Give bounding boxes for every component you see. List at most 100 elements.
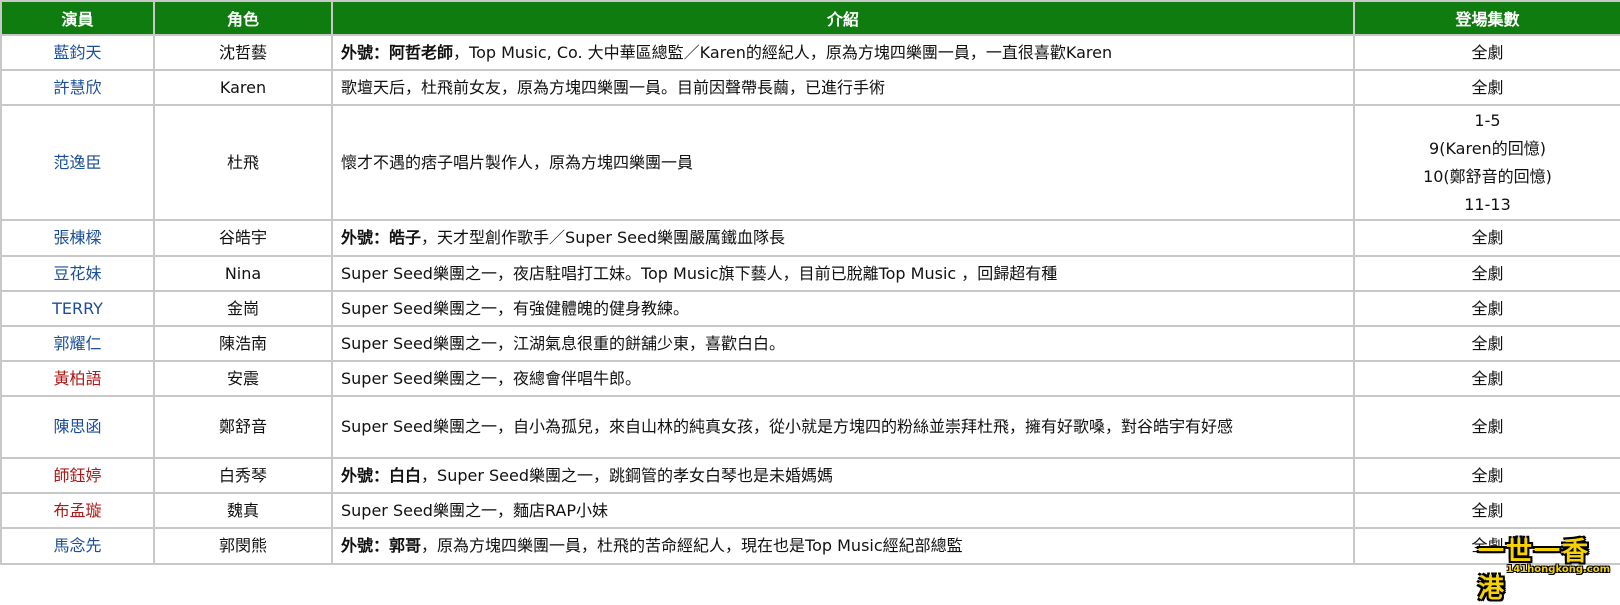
actor-link[interactable]: 黃柏語 xyxy=(53,369,101,388)
role-cell: 郭閔熊 xyxy=(153,527,333,565)
nick-label: 外號： xyxy=(341,465,390,485)
intro-cell: 外號：阿哲老師，Top Music, Co. 大中華區總監／Karen的經紀人，… xyxy=(331,34,1355,71)
table-row: 黃柏語 安震 Super Seed樂團之一，夜總會伴唱牛郎。 全劇 xyxy=(0,360,1620,397)
role-cell: 鄭舒音 xyxy=(153,395,333,459)
intro-text: ，Top Music, Co. 大中華區總監／Karen的經紀人，原為方塊四樂團… xyxy=(453,42,1113,62)
table-row: 郭耀仁 陳浩南 Super Seed樂團之一，江湖氣息很重的餅舖少東，喜歡白白。… xyxy=(0,325,1620,362)
episodes-cell: 1-5 9(Karen的回憶) 10(鄭舒音的回憶) 11-13 xyxy=(1353,104,1620,221)
actor-link[interactable]: 范逸臣 xyxy=(53,153,101,172)
actor-cell: 張棟樑 xyxy=(0,219,155,257)
actor-cell: TERRY xyxy=(0,290,155,327)
episodes-cell: 全劇 xyxy=(1353,219,1620,257)
intro-cell: Super Seed樂團之一，有強健體魄的健身教練。 xyxy=(331,290,1355,327)
table-row: 陳思函 鄭舒音 Super Seed樂團之一，自小為孤兒，來自山林的純真女孩，從… xyxy=(0,395,1620,459)
episode-line: 全劇 xyxy=(1471,42,1504,62)
episode-line: 全劇 xyxy=(1471,417,1504,436)
table-row: TERRY 金崗 Super Seed樂團之一，有強健體魄的健身教練。 全劇 xyxy=(0,290,1620,327)
table-row: 許慧欣 Karen 歌壇天后，杜飛前女友，原為方塊四樂團一員。目前因聲帶長繭，已… xyxy=(0,69,1620,106)
table-row: 豆花妹 Nina Super Seed樂團之一，夜店駐唱打工妹。Top Musi… xyxy=(0,255,1620,292)
nick-label: 外號： xyxy=(341,536,390,555)
actor-cell: 豆花妹 xyxy=(0,255,155,292)
episodes-cell: 全劇 xyxy=(1353,325,1620,362)
cast-table: 演員 角色 介紹 登場集數 藍鈞天 沈哲藝 外號：阿哲老師，Top Music,… xyxy=(0,0,1620,565)
role-cell: 安震 xyxy=(153,360,333,397)
intro-cell: 外號：郭哥，原為方塊四樂團一員，杜飛的苦命經紀人，現在也是Top Music經紀… xyxy=(331,527,1355,565)
table-header: 演員 角色 介紹 登場集數 xyxy=(0,0,1620,36)
actor-cell: 藍鈞天 xyxy=(0,34,155,71)
episodes-cell: 全劇 xyxy=(1353,492,1620,529)
role-cell: 魏真 xyxy=(153,492,333,529)
intro-text: Super Seed樂團之一，麵店RAP小妹 xyxy=(341,500,609,520)
episode-line: 全劇 xyxy=(1471,465,1504,485)
header-intro: 介紹 xyxy=(331,0,1355,36)
table-row: 馬念先 郭閔熊 外號：郭哥，原為方塊四樂團一員，杜飛的苦命經紀人，現在也是Top… xyxy=(0,527,1620,565)
actor-link[interactable]: 布孟璇 xyxy=(53,501,101,520)
intro-cell: 外號：皓子，天才型創作歌手／Super Seed樂團嚴厲鐵血隊長 xyxy=(331,219,1355,257)
table-row: 藍鈞天 沈哲藝 外號：阿哲老師，Top Music, Co. 大中華區總監／Ka… xyxy=(0,34,1620,71)
episodes-cell: 全劇 xyxy=(1353,290,1620,327)
header-role: 角色 xyxy=(153,0,333,36)
intro-text: ，天才型創作歌手／Super Seed樂團嚴厲鐵血隊長 xyxy=(421,228,785,247)
episodes-cell: 全劇 xyxy=(1353,69,1620,106)
intro-cell: Super Seed樂團之一，夜店駐唱打工妹。Top Music旗下藝人，目前已… xyxy=(331,255,1355,292)
intro-text: ，Super Seed樂團之一，跳鋼管的孝女白琴也是未婚媽媽 xyxy=(421,465,833,485)
role-cell: Nina xyxy=(153,255,333,292)
episode-line: 11-13 xyxy=(1464,194,1511,214)
header-actor: 演員 xyxy=(0,0,155,36)
nick-label: 外號： xyxy=(341,42,390,62)
intro-text: Super Seed樂團之一，夜店駐唱打工妹。Top Music旗下藝人，目前已… xyxy=(341,263,1058,283)
table-row: 張棟樑 谷皓宇 外號：皓子，天才型創作歌手／Super Seed樂團嚴厲鐵血隊長… xyxy=(0,219,1620,257)
actor-link[interactable]: 張棟樑 xyxy=(53,228,101,247)
intro-cell: 外號：白白，Super Seed樂團之一，跳鋼管的孝女白琴也是未婚媽媽 xyxy=(331,457,1355,494)
episode-line: 1-5 xyxy=(1474,110,1501,130)
episode-line: 全劇 xyxy=(1471,228,1504,247)
episodes-cell: 全劇 xyxy=(1353,360,1620,397)
episodes-cell: 全劇 xyxy=(1353,255,1620,292)
nickname: 郭哥 xyxy=(389,536,422,555)
actor-link[interactable]: 豆花妹 xyxy=(53,264,101,283)
actor-link[interactable]: 許慧欣 xyxy=(53,78,101,97)
intro-cell: 懷才不遇的痞子唱片製作人，原為方塊四樂團一員 xyxy=(331,104,1355,221)
episode-line: 全劇 xyxy=(1471,77,1504,97)
intro-cell: Super Seed樂團之一，麵店RAP小妹 xyxy=(331,492,1355,529)
role-cell: 陳浩南 xyxy=(153,325,333,362)
actor-link[interactable]: 馬念先 xyxy=(53,536,101,555)
intro-cell: Super Seed樂團之一，自小為孤兒，來自山林的純真女孩，從小就是方塊四的粉… xyxy=(331,395,1355,459)
episode-line: 全劇 xyxy=(1471,368,1504,388)
table-row: 布孟璇 魏真 Super Seed樂團之一，麵店RAP小妹 全劇 xyxy=(0,492,1620,529)
intro-text: 懷才不遇的痞子唱片製作人，原為方塊四樂團一員 xyxy=(341,152,694,172)
actor-link[interactable]: 藍鈞天 xyxy=(53,43,101,62)
actor-cell: 布孟璇 xyxy=(0,492,155,529)
episodes-cell: 全劇 xyxy=(1353,457,1620,494)
episodes-cell: 全劇 xyxy=(1353,34,1620,71)
intro-text: Super Seed樂團之一，夜總會伴唱牛郎。 xyxy=(341,368,641,388)
intro-text: Super Seed樂團之一，江湖氣息很重的餅舖少東，喜歡白白。 xyxy=(341,333,785,353)
actor-link[interactable]: TERRY xyxy=(52,299,103,318)
header-row: 演員 角色 介紹 登場集數 xyxy=(0,0,1620,36)
role-cell: 金崗 xyxy=(153,290,333,327)
actor-cell: 郭耀仁 xyxy=(0,325,155,362)
nickname: 阿哲老師 xyxy=(389,42,454,62)
table-row: 范逸臣 杜飛 懷才不遇的痞子唱片製作人，原為方塊四樂團一員 1-5 9(Kare… xyxy=(0,104,1620,221)
role-cell: Karen xyxy=(153,69,333,106)
actor-cell: 陳思函 xyxy=(0,395,155,459)
episodes-cell: 全劇 xyxy=(1353,395,1620,459)
role-cell: 白秀琴 xyxy=(153,457,333,494)
episodes-cell: 全劇 xyxy=(1353,527,1620,565)
table-row: 師鈺婷 白秀琴 外號：白白，Super Seed樂團之一，跳鋼管的孝女白琴也是未… xyxy=(0,457,1620,494)
role-cell: 谷皓宇 xyxy=(153,219,333,257)
actor-cell: 師鈺婷 xyxy=(0,457,155,494)
role-cell: 杜飛 xyxy=(153,104,333,221)
intro-text: Super Seed樂團之一，自小為孤兒，來自山林的純真女孩，從小就是方塊四的粉… xyxy=(341,417,1233,436)
actor-cell: 許慧欣 xyxy=(0,69,155,106)
watermark-url: 141hongkong.com xyxy=(1506,564,1610,575)
nickname: 白白 xyxy=(389,465,422,485)
intro-text: Super Seed樂團之一，有強健體魄的健身教練。 xyxy=(341,298,689,318)
actor-link[interactable]: 陳思函 xyxy=(53,417,101,436)
nick-label: 外號： xyxy=(341,228,390,247)
nickname: 皓子 xyxy=(389,228,422,247)
actor-link[interactable]: 師鈺婷 xyxy=(53,466,101,485)
intro-cell: 歌壇天后，杜飛前女友，原為方塊四樂團一員。目前因聲帶長繭，已進行手術 xyxy=(331,69,1355,106)
actor-link[interactable]: 郭耀仁 xyxy=(53,334,101,353)
episode-line: 9(Karen的回憶) xyxy=(1429,138,1546,158)
